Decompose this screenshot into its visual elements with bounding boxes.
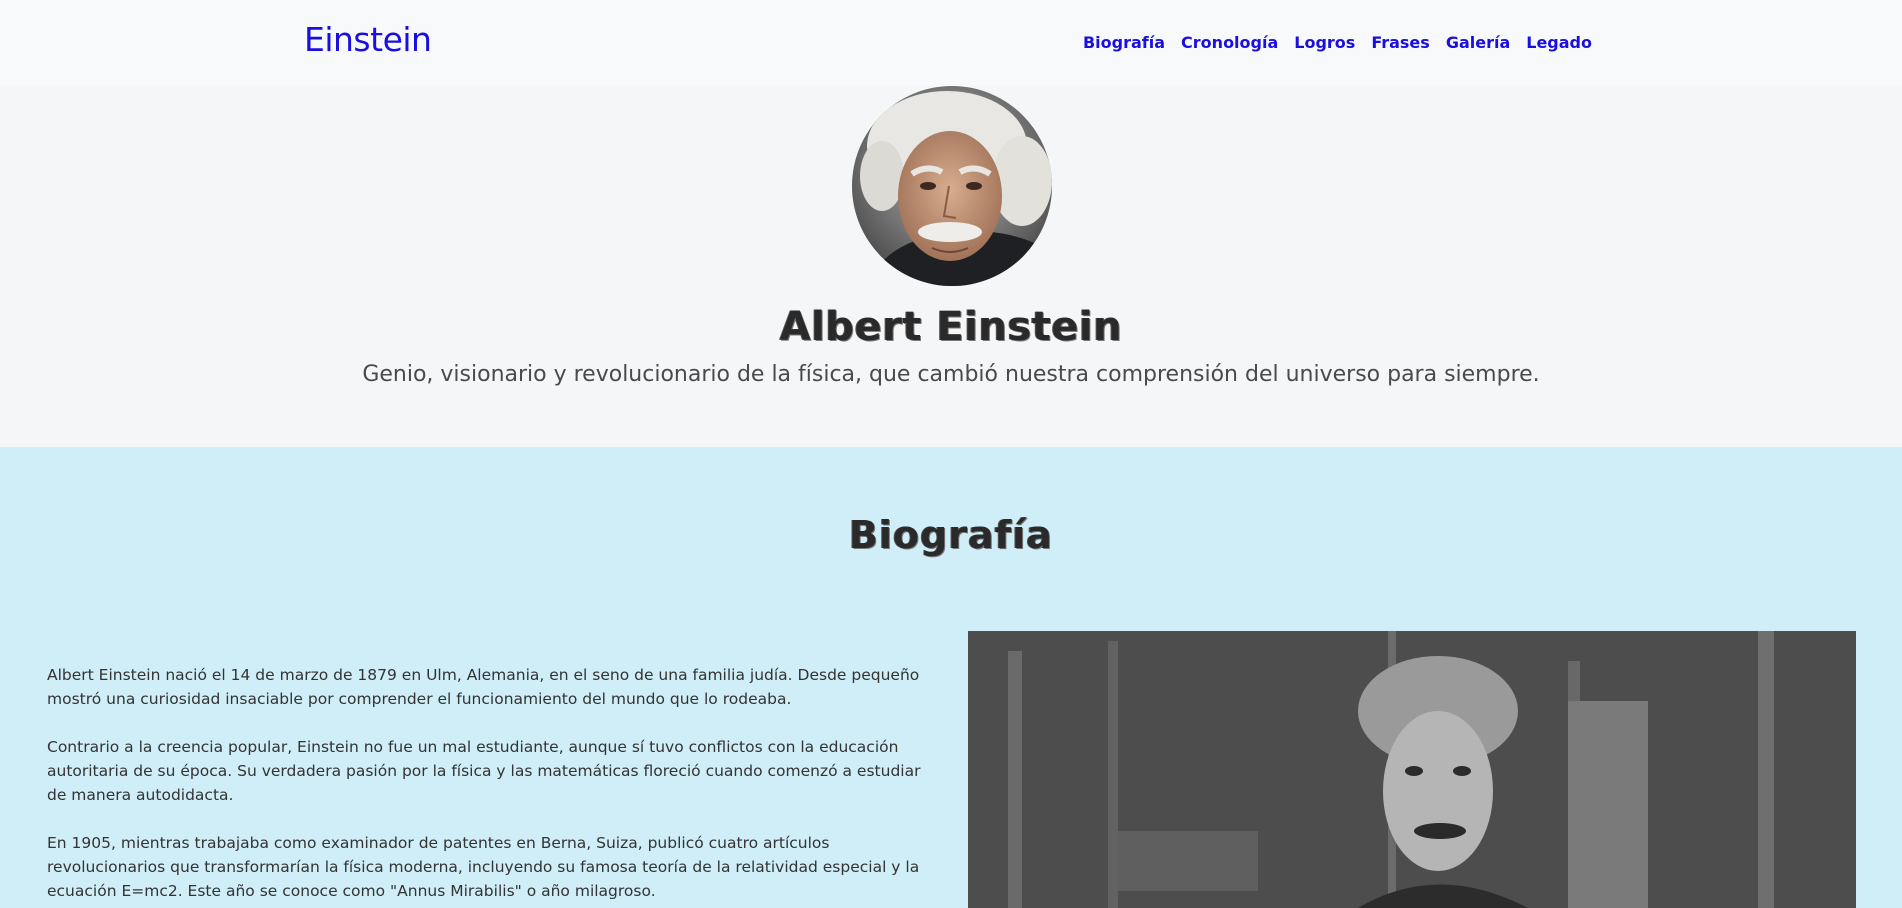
hero-section: Albert Einstein Genio, visionario y revo… bbox=[0, 86, 1902, 447]
nav-link-galeria[interactable]: Galería bbox=[1446, 33, 1510, 52]
main-nav: Biografía Cronología Logros Frases Galer… bbox=[1083, 33, 1592, 52]
biography-paragraph: Contrario a la creencia popular, Einstei… bbox=[47, 738, 921, 804]
nav-link-logros[interactable]: Logros bbox=[1294, 33, 1355, 52]
nav-link-biografia[interactable]: Biografía bbox=[1083, 33, 1165, 52]
hero-title: Albert Einstein bbox=[779, 304, 1123, 350]
biography-text: Albert Einstein nació el 14 de marzo de … bbox=[47, 663, 937, 908]
biography-paragraph: Albert Einstein nació el 14 de marzo de … bbox=[47, 666, 920, 708]
nav-link-cronologia[interactable]: Cronología bbox=[1181, 33, 1278, 52]
biography-section: Biografía Albert Einstein nació el 14 de… bbox=[0, 447, 1902, 908]
einstein-study-photo bbox=[968, 631, 1856, 908]
brand-logo-link[interactable]: Einstein bbox=[304, 20, 432, 59]
site-header: Einstein Biografía Cronología Logros Fra… bbox=[0, 0, 1902, 86]
nav-link-legado[interactable]: Legado bbox=[1526, 33, 1592, 52]
hero-subtitle: Genio, visionario y revolucionario de la… bbox=[362, 362, 1540, 387]
nav-link-frases[interactable]: Frases bbox=[1371, 33, 1430, 52]
einstein-portrait-image bbox=[852, 86, 1052, 286]
biography-heading: Biografía bbox=[849, 513, 1053, 557]
biography-paragraph: En 1905, mientras trabajaba como examina… bbox=[47, 834, 920, 900]
